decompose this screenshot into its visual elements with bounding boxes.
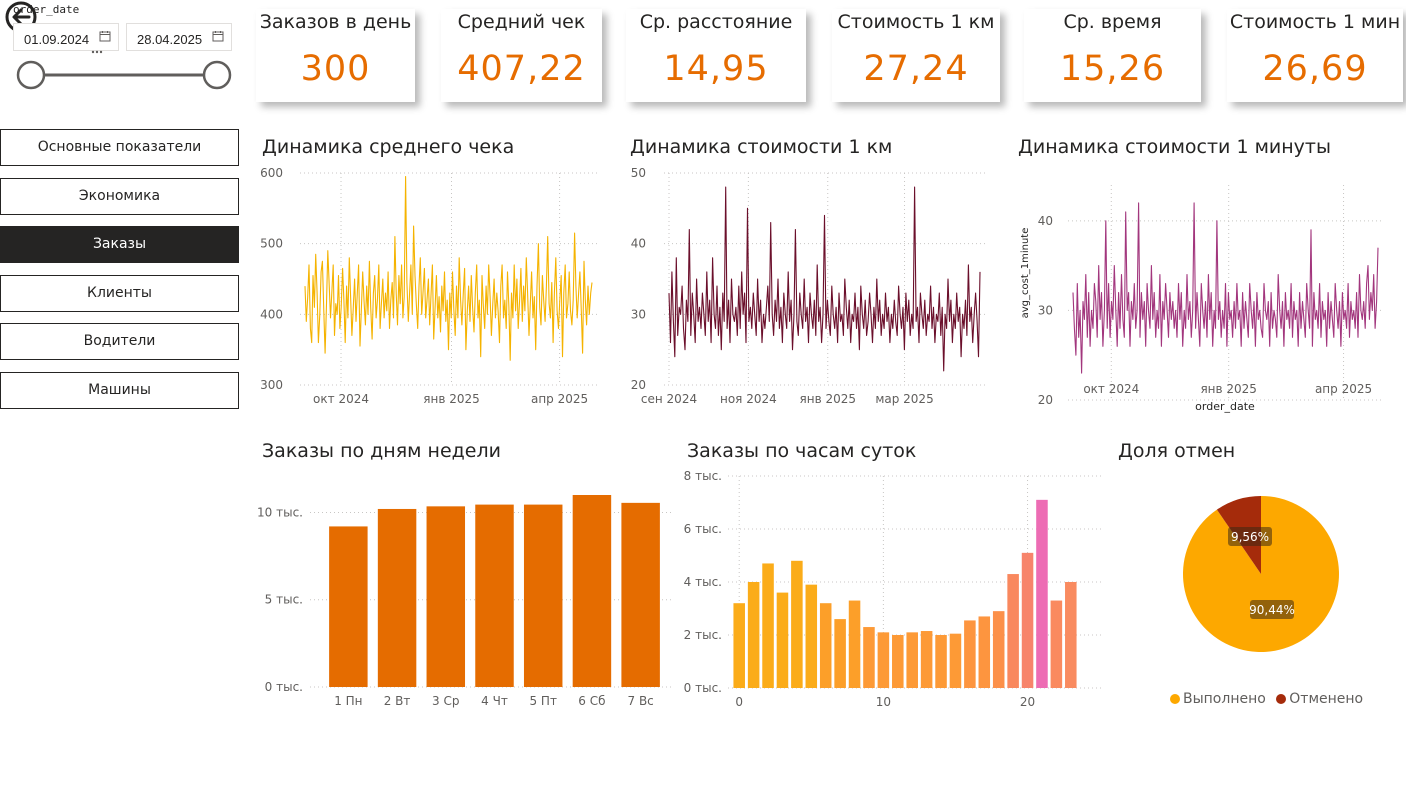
cost_min-y-axis-label: avg_cost_1minute	[1020, 228, 1031, 319]
hour-y-tick-label: 2 тыс.	[684, 628, 722, 642]
hour-bar	[805, 584, 818, 688]
weekday-y-tick-label: 10 тыс.	[257, 505, 303, 519]
weekday-x-tick-label: 7 Вс	[628, 694, 654, 708]
cost_km-y-tick-label: 30	[631, 307, 646, 321]
avg_check-y-tick-label: 300	[260, 378, 283, 392]
weekday-x-tick-label: 6 Сб	[578, 694, 605, 708]
pie-data-label: 9,56%	[1231, 530, 1269, 544]
weekday-bar	[329, 526, 368, 687]
cost_km-y-tick-label: 20	[631, 378, 646, 392]
weekday-x-tick-label: 4 Чт	[481, 694, 508, 708]
hour-y-tick-label: 8 тыс.	[684, 469, 722, 483]
hour-bar	[877, 632, 890, 688]
weekday-bar	[572, 495, 612, 687]
hour-x-tick-label: 0	[735, 695, 743, 709]
avg_check-y-tick-label: 400	[260, 307, 283, 321]
hour-y-tick-label: 6 тыс.	[684, 522, 722, 536]
hour-bar	[906, 632, 918, 688]
hour-bar	[964, 620, 976, 688]
hour-y-tick-label: 0 тыс.	[684, 681, 722, 695]
hour-y-tick-label: 4 тыс.	[684, 575, 722, 589]
hour-bar	[992, 611, 1005, 688]
hour-bar	[1021, 552, 1034, 688]
avg_check-y-tick-label: 600	[260, 166, 283, 180]
hour-bar	[935, 635, 947, 688]
weekday-bar	[523, 504, 563, 687]
hour-bar	[834, 619, 846, 688]
hour-bar	[819, 603, 832, 688]
cost_min-series-line	[1072, 202, 1379, 374]
hour-bar	[1036, 499, 1048, 688]
pie-data-label: 90,44%	[1249, 603, 1295, 617]
avg-check-line-chart: 300400500600окт 2024 янв 2025 апр 20252030…	[257, 166, 1383, 709]
hour-bar	[776, 592, 789, 688]
cost_min-x-tick-label: окт 2024	[1083, 382, 1139, 396]
hour-bar	[978, 616, 991, 688]
cost_km-x-tick-label: ноя 2024	[720, 392, 777, 406]
hour-x-tick-label: 20	[1020, 695, 1035, 709]
hour-bar	[1007, 574, 1019, 688]
hour-bar	[1050, 600, 1063, 688]
weekday-x-tick-label: 1 Пн	[334, 694, 362, 708]
cost_min-y-tick-label: 20	[1038, 393, 1053, 407]
hour-bar	[747, 582, 760, 688]
cost_min-y-tick-label: 30	[1038, 303, 1053, 317]
hour-bar	[848, 600, 861, 688]
weekday-bar	[475, 504, 514, 687]
cost_km-x-tick-label: мар 2025	[875, 392, 933, 406]
weekday-x-tick-label: 3 Ср	[432, 694, 459, 708]
legend-dot-cancel	[1276, 694, 1287, 704]
hour-bar	[892, 635, 904, 688]
hour-x-tick-label: 10	[876, 695, 891, 709]
avg_check-x-tick-label: апр 2025	[531, 392, 588, 406]
cost_min-x-tick-label: апр 2025	[1315, 382, 1372, 396]
weekday-bar	[377, 508, 417, 687]
cost_km-x-tick-label: сен 2024	[641, 392, 697, 406]
cost_min-x-tick-label: янв 2025	[1200, 382, 1257, 396]
avg_check-x-tick-label: окт 2024	[313, 392, 369, 406]
avg_check-y-tick-label: 500	[260, 237, 283, 251]
hour-bar	[863, 627, 875, 688]
avg_check-series-line	[304, 175, 593, 361]
hour-bar	[791, 560, 803, 688]
weekday-x-tick-label: 2 Вт	[384, 694, 411, 708]
cost_km-series-line	[668, 186, 981, 372]
weekday-y-tick-label: 5 тыс.	[265, 593, 303, 607]
hour-bar	[733, 603, 745, 688]
pie-legend: Выполнено Отменено	[1170, 691, 1363, 707]
cost_km-x-tick-label: янв 2025	[800, 392, 857, 406]
weekday-y-tick-label: 0 тыс.	[265, 680, 303, 694]
cost_min-x-axis-label: order_date	[1195, 400, 1255, 413]
hour-bar	[762, 563, 774, 688]
avg_check-x-tick-label: янв 2025	[423, 392, 480, 406]
weekday-bar	[621, 502, 660, 687]
cost_km-y-tick-label: 50	[631, 166, 646, 180]
weekday-bar	[426, 506, 466, 687]
hour-bar	[949, 633, 962, 688]
hour-bar	[920, 631, 933, 688]
legend-label-cancel: Отменено	[1289, 691, 1364, 707]
cost_min-y-tick-label: 40	[1038, 214, 1053, 228]
legend-dot-done	[1170, 694, 1180, 704]
legend-label-done: Выполнено	[1183, 691, 1266, 707]
weekday-x-tick-label: 5 Пт	[529, 694, 556, 708]
cost_km-y-tick-label: 40	[631, 237, 646, 251]
hour-bar	[1065, 582, 1077, 688]
